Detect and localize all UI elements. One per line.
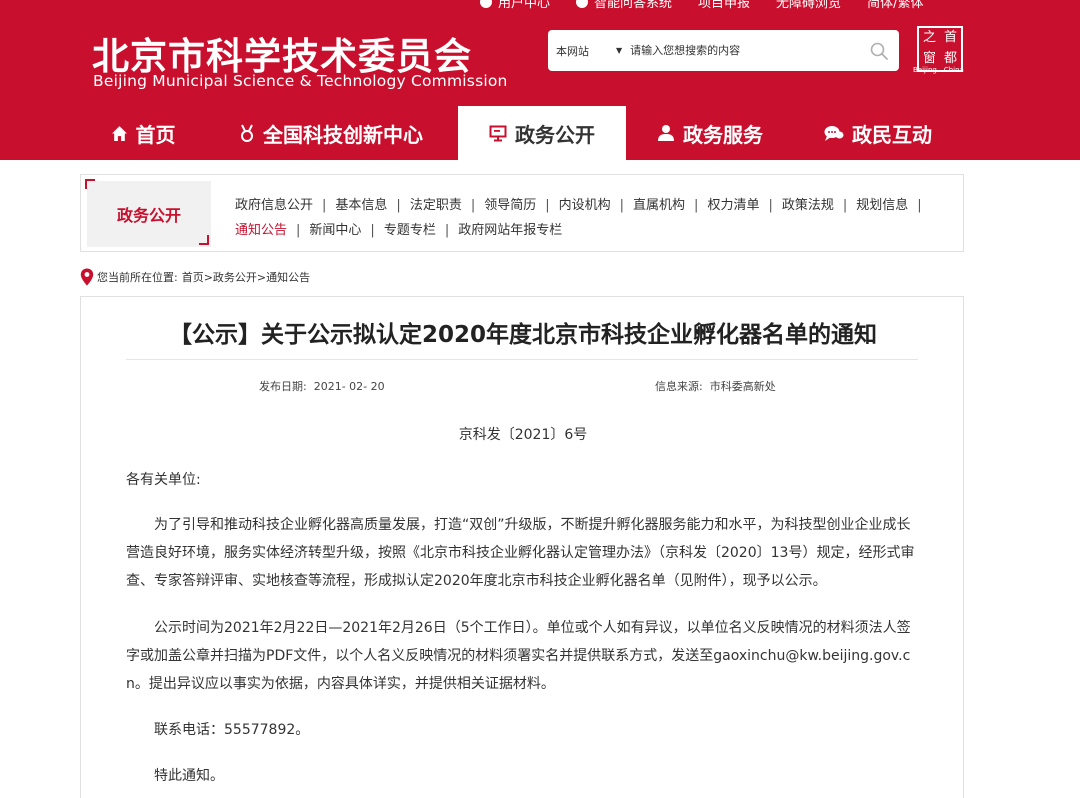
search-input[interactable] xyxy=(630,44,861,57)
article-paragraph-closing: 特此通知。 xyxy=(154,768,224,784)
section-subnav: 政务公开 政府信息公开 | 基本信息 | 法定职责 | 领导简历 | 内设机构 | 直属机构 | 权力清… xyxy=(80,174,964,252)
top-link-project[interactable]: 项目申报 xyxy=(698,0,750,11)
article-paragraph-contact: 联系电话：55577892。 xyxy=(154,722,310,738)
top-link-qa[interactable]: 智能问答系统 xyxy=(576,0,672,11)
location-pin-icon xyxy=(80,268,94,286)
top-link-accessibility[interactable]: 无障碍浏览 xyxy=(776,0,841,11)
subnav-link-internal-orgs[interactable]: 内设机构 xyxy=(559,198,611,213)
top-link-user-center[interactable]: 用户中心 xyxy=(480,0,550,11)
top-link-language[interactable]: 简体/繁体 xyxy=(867,0,923,11)
info-source: 信息来源: 市科委高新处 xyxy=(655,380,776,393)
article-paragraph-2: 公示时间为2021年2月22日—2021年2月26日（5个工作日）。单位或个人如… xyxy=(126,620,911,692)
home-icon xyxy=(111,125,127,141)
divider xyxy=(126,359,918,360)
subnav-link-leaders[interactable]: 领导简历 xyxy=(484,198,536,213)
breadcrumb: 您当前所在位置: 首页>政务公开>通知公告 xyxy=(80,268,310,286)
subnav-link-topics[interactable]: 专题专栏 xyxy=(384,223,436,238)
nav-item-innovation-center[interactable]: 全国科技创新中心 xyxy=(216,106,446,160)
chat-icon xyxy=(824,125,844,141)
section-links: 政府信息公开 | 基本信息 | 法定职责 | 领导简历 | 内设机构 | 直属机构 | 权力清单 | 政策法… xyxy=(235,198,922,238)
document-number: 京科发〔2021〕6号 xyxy=(458,427,588,443)
nav-item-government-services[interactable]: 政务服务 xyxy=(640,106,780,160)
user-icon xyxy=(480,0,492,8)
search-scope-select[interactable]: 本网站 xyxy=(556,43,616,59)
nav-item-public-interaction[interactable]: 政民互动 xyxy=(808,106,948,160)
publish-date: 发布日期: 2021- 02- 20 xyxy=(259,380,385,393)
subnav-link-basic-info[interactable]: 基本信息 xyxy=(335,198,387,213)
person-icon xyxy=(658,125,674,141)
article-panel: 【公示】关于公示拟认定2020年度北京市科技企业孵化器名单的通知 发布日期: 2… xyxy=(80,296,964,798)
nav-item-government-affairs[interactable]: 政务公开 xyxy=(458,106,626,160)
nav-item-home[interactable]: 首页 xyxy=(88,106,198,160)
top-links: 用户中心 智能问答系统 项目申报 无障碍浏览 简体/繁体 xyxy=(480,0,949,11)
subnav-link-power-list[interactable]: 权力清单 xyxy=(707,198,759,213)
article-paragraph-1: 为了引导和推动科技企业孵化器高质量发展，打造“双创”升级版，不断提升孵化器服务能… xyxy=(126,517,915,589)
subnav-link-affiliated-orgs[interactable]: 直属机构 xyxy=(633,198,685,213)
subnav-link-planning[interactable]: 规划信息 xyxy=(856,198,908,213)
subnav-link-gov-info[interactable]: 政府信息公开 xyxy=(235,198,313,213)
section-tag: 政务公开 xyxy=(87,181,211,247)
qa-icon xyxy=(576,0,589,8)
site-title-en: Beijing Municipal Science & Technology C… xyxy=(93,72,508,90)
article-salutation: 各有关单位: xyxy=(126,472,201,488)
medal-icon xyxy=(241,124,253,142)
subnav-link-policies[interactable]: 政策法规 xyxy=(782,198,834,213)
breadcrumb-path[interactable]: 首页>政务公开>通知公告 xyxy=(182,269,310,285)
article-title: 【公示】关于公示拟认定2020年度北京市科技企业孵化器名单的通知 xyxy=(168,322,877,348)
subnav-link-notices[interactable]: 通知公告 xyxy=(235,223,287,238)
chevron-down-icon[interactable]: ▼ xyxy=(616,46,622,55)
search-bar: 本网站 ▼ xyxy=(548,30,899,71)
decorative-corner xyxy=(85,179,95,189)
subnav-link-annual-report[interactable]: 政府网站年报专栏 xyxy=(458,223,562,238)
monitor-icon xyxy=(489,125,507,141)
main-nav: 首页 全国科技创新中心 政务公开 政务服务 政民互动 xyxy=(0,106,1080,160)
site-header: 用户中心 智能问答系统 项目申报 无障碍浏览 简体/繁体 北京市科学技术委员会 … xyxy=(0,0,1080,106)
subnav-link-news[interactable]: 新闻中心 xyxy=(309,223,361,238)
decorative-corner xyxy=(199,235,209,245)
capital-window-caption: Beijing—China xyxy=(913,66,964,74)
search-icon[interactable] xyxy=(869,41,889,61)
breadcrumb-label: 您当前所在位置: xyxy=(97,271,178,284)
subnav-link-duties[interactable]: 法定职责 xyxy=(410,198,462,213)
